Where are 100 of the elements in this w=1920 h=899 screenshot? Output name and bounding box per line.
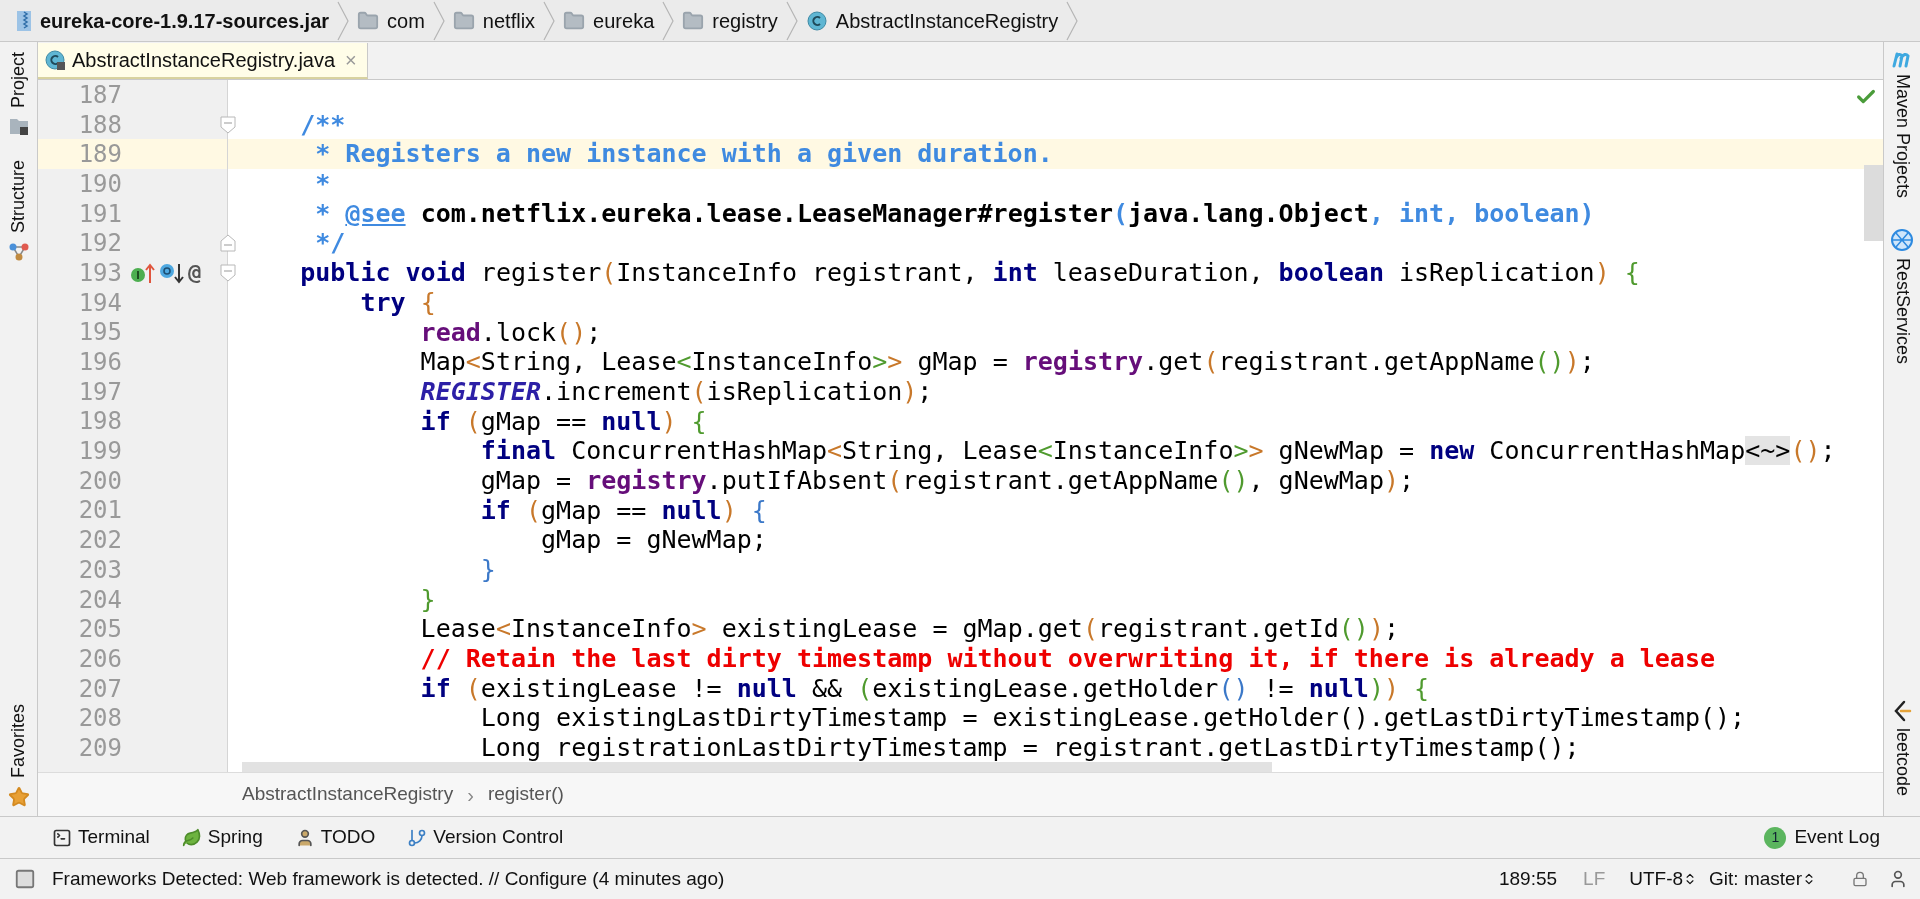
person-icon[interactable]	[1888, 869, 1908, 889]
line-number: 187	[77, 80, 122, 110]
line-number: 188	[77, 109, 122, 140]
line-number: 198	[77, 406, 122, 437]
line-number: 207	[77, 673, 122, 704]
breadcrumb-item[interactable]: eureka-core-1.9.17-sources.jar	[12, 0, 334, 41]
terminal-icon	[52, 827, 72, 848]
caret-position[interactable]: 189:55	[1498, 864, 1558, 894]
breadcrumb-item[interactable]: register()	[487, 780, 564, 809]
line-number: 204	[77, 584, 122, 615]
line-number: 206	[77, 644, 122, 674]
breadcrumb-item[interactable]: AbstractInstanceRegistry	[801, 0, 1063, 41]
code-line: if (gMap == null) {	[479, 495, 768, 526]
line-number: 196	[77, 347, 122, 377]
editor-tab[interactable]: AbstractInstanceRegistry.java ×	[38, 43, 368, 79]
tool-window-button[interactable]: Terminal	[52, 823, 150, 852]
code-line: REGISTER.increment(isReplication);	[419, 376, 934, 407]
line-number: 205	[77, 614, 122, 645]
leaf-icon	[181, 827, 202, 848]
line-number: 202	[77, 525, 122, 555]
folder-icon	[682, 9, 705, 32]
star-icon	[7, 786, 30, 808]
code-line: try {	[359, 287, 437, 318]
line-number: 200	[77, 465, 122, 496]
panel-toggle-icon[interactable]	[14, 868, 36, 890]
chevron-icon	[337, 0, 350, 41]
line-number: 208	[77, 703, 122, 734]
code-line: }	[419, 584, 437, 615]
implements-up-arrow-icon	[130, 262, 156, 285]
breadcrumb-item[interactable]: com	[353, 0, 429, 41]
lock-icon[interactable]	[1852, 871, 1868, 887]
code-line: /**	[299, 109, 347, 140]
chevron-icon	[662, 0, 675, 41]
globe-icon	[1890, 228, 1914, 253]
line-number: 197	[77, 376, 122, 407]
code-line: final ConcurrentHashMap<String, Lease<InstanceInfo>> gNewMap = new ConcurrentHashMap<~>();	[479, 436, 1837, 466]
folder-icon	[8, 116, 29, 137]
tool-window-button[interactable]: TODO	[294, 823, 376, 852]
vcs-branch-selector[interactable]: Git: master	[1709, 864, 1816, 894]
code-line: Long existingLastDirtyTimestamp = existingLease.getHolder().getLastDirtyTimestamp();	[479, 703, 1747, 734]
archive-icon	[16, 9, 32, 32]
code-line: read.lock();	[419, 317, 603, 348]
code-line: gMap = gNewMap;	[540, 525, 768, 555]
breadcrumb-item[interactable]: eureka	[559, 0, 659, 41]
code-line: // Retain the last dirty timestamp without overwriting it, if there is already a lease	[419, 644, 1717, 674]
tool-window-tab[interactable]: Favorites	[5, 703, 32, 778]
code-line: gMap = registry.putIfAbsent(registrant.getAppName(), gNewMap);	[479, 465, 1416, 496]
code-line: if (existingLease != null && (existingLease.getHolder() != null)) {	[419, 673, 1431, 704]
line-number: 194	[77, 287, 122, 318]
tool-window-button[interactable]: Version Control	[407, 823, 564, 852]
code-line: }	[479, 555, 497, 585]
class-icon	[805, 9, 828, 32]
breadcrumb-item[interactable]: registry	[678, 0, 782, 41]
code-line: */	[314, 228, 347, 259]
line-number: 209	[77, 733, 122, 763]
line-number: 193	[77, 258, 122, 288]
structure-icon	[8, 241, 29, 262]
line-number: 201	[77, 495, 122, 526]
class-icon	[44, 49, 66, 71]
horizontal-scrollbar-thumb[interactable]	[242, 762, 1272, 772]
folder-icon	[563, 9, 586, 32]
tool-window-tab[interactable]: RestServices	[1888, 258, 1916, 365]
encoding-selector[interactable]: UTF-8	[1629, 864, 1698, 894]
breadcrumb-item[interactable]: AbstractInstanceRegistry	[242, 780, 454, 809]
folder-icon	[357, 9, 380, 32]
line-number: 192	[77, 228, 122, 259]
line-number: 191	[77, 198, 122, 229]
chevron-icon	[543, 0, 556, 41]
overridden-down-arrow-icon	[159, 262, 185, 285]
tool-window-tab[interactable]: leetcode	[1888, 727, 1916, 796]
fold-marker-icon[interactable]	[220, 264, 236, 283]
code-line: Long registrationLastDirtyTimestamp = registrant.getLastDirtyTimestamp();	[479, 733, 1581, 763]
code-line: *	[314, 169, 332, 199]
tool-window-tab[interactable]: Structure	[5, 160, 32, 234]
fold-marker-icon[interactable]	[220, 234, 236, 253]
code-line: Map<String, Lease<InstanceInfo>> gMap = registry.get(registrant.getAppName());	[419, 347, 1596, 377]
line-number: 203	[77, 555, 122, 585]
count-badge: 1	[1764, 826, 1787, 849]
branch-icon	[407, 827, 428, 848]
annotation-marker: @	[188, 262, 202, 285]
code-line: Lease<InstanceInfo> existingLease = gMap.get(registrant.getId());	[419, 614, 1401, 645]
chevron-icon	[785, 0, 798, 41]
code-line: if (gMap == null) {	[419, 406, 708, 437]
chevron-icon	[432, 0, 445, 41]
line-number: 199	[77, 436, 122, 466]
line-number: 190	[77, 169, 122, 199]
tool-window-tab[interactable]: Project	[5, 52, 32, 109]
chevron-icon	[1066, 0, 1079, 41]
line-number: 195	[77, 317, 122, 348]
code-line: public void register(InstanceInfo registrant, int leaseDuration, boolean isReplication) {	[299, 258, 1641, 288]
tool-window-tab[interactable]: Maven Projects	[1888, 74, 1916, 199]
status-message[interactable]: Frameworks Detected: Web framework is detected. // Configure (4 minutes ago)	[52, 864, 725, 894]
breadcrumb-item[interactable]: netflix	[448, 0, 540, 41]
folder-icon	[452, 9, 475, 32]
breadcrumb-separator: ›	[467, 782, 474, 808]
fold-marker-icon[interactable]	[220, 115, 236, 134]
event-log-button[interactable]: 1 Event Log	[1764, 823, 1880, 852]
tool-window-button[interactable]: Spring	[181, 823, 263, 852]
vertical-scrollbar-thumb[interactable]	[1864, 165, 1883, 241]
leetcode-icon	[1892, 699, 1912, 722]
